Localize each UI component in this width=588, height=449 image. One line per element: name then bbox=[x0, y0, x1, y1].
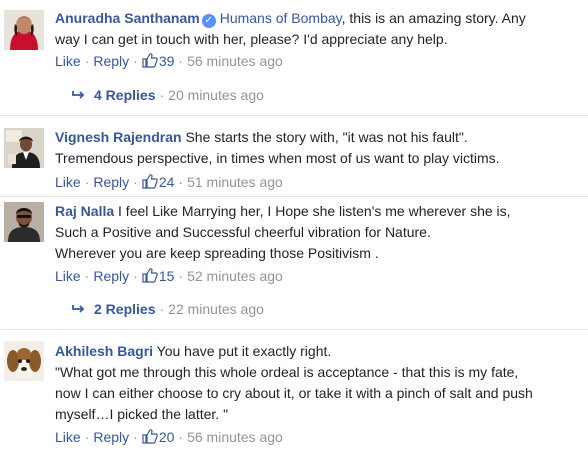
comment-author[interactable]: Vignesh Rajendran bbox=[55, 129, 182, 145]
comment-text-line: Wherever you are keep spreading those Po… bbox=[55, 245, 379, 261]
timestamp[interactable]: 56 minutes ago bbox=[187, 429, 283, 445]
likes-count: 20 bbox=[158, 429, 175, 445]
separator: · bbox=[84, 429, 90, 445]
separator: · bbox=[84, 268, 90, 284]
divider bbox=[0, 329, 588, 330]
reply-arrow-icon bbox=[72, 86, 86, 104]
reply-button[interactable]: Reply bbox=[93, 268, 129, 284]
separator: · bbox=[178, 429, 184, 445]
avatar[interactable] bbox=[4, 10, 44, 50]
like-button[interactable]: Like bbox=[55, 429, 81, 445]
timestamp[interactable]: 56 minutes ago bbox=[187, 53, 283, 69]
comment-text-line: , this is an amazing story. Any bbox=[341, 10, 526, 26]
comment-text-line: You have put it exactly right. bbox=[153, 343, 332, 359]
comment-author[interactable]: Anuradha Santhanam bbox=[55, 10, 200, 26]
comment-text-line: now I can either choose to cry about it,… bbox=[55, 385, 533, 401]
separator: · bbox=[159, 87, 165, 103]
mention-link[interactable]: Humans of Bombay bbox=[220, 10, 342, 26]
likes-count-link[interactable]: 24 bbox=[142, 174, 175, 190]
comment-text-line: way I can get in touch with her, please?… bbox=[55, 31, 448, 47]
separator: · bbox=[178, 53, 184, 69]
like-button[interactable]: Like bbox=[55, 53, 81, 69]
divider bbox=[0, 196, 588, 197]
reply-button[interactable]: Reply bbox=[93, 174, 129, 190]
comment-text-line: She starts the story with, "it was not h… bbox=[181, 129, 468, 145]
thumbs-up-icon bbox=[142, 429, 158, 444]
likes-count-link[interactable]: 15 bbox=[142, 268, 175, 284]
replies-timestamp[interactable]: 20 minutes ago bbox=[168, 87, 264, 103]
thumbs-up-icon bbox=[142, 268, 158, 283]
comment-body: Akhilesh Bagri You have put it exactly r… bbox=[55, 341, 582, 425]
separator: · bbox=[159, 301, 165, 317]
comment-body: Vignesh Rajendran She starts the story w… bbox=[55, 127, 582, 169]
comment-text-line: Such a Positive and Successful cheerful … bbox=[55, 224, 431, 240]
likes-count: 15 bbox=[158, 268, 175, 284]
separator: · bbox=[133, 429, 138, 445]
comment-body: Anuradha Santhanam ✓ Humans of Bombay, thi… bbox=[55, 8, 582, 50]
comment-author[interactable]: Akhilesh Bagri bbox=[55, 343, 153, 359]
thumbs-up-icon bbox=[142, 174, 158, 189]
likes-count: 24 bbox=[158, 174, 175, 190]
like-button[interactable]: Like bbox=[55, 174, 81, 190]
reply-button[interactable]: Reply bbox=[93, 53, 129, 69]
replies-timestamp[interactable]: 22 minutes ago bbox=[168, 301, 264, 317]
avatar[interactable] bbox=[4, 341, 44, 381]
separator: · bbox=[133, 268, 138, 284]
comment-actions: Like · Reply · 15 · 52 minutes ago bbox=[55, 267, 283, 285]
verified-badge-icon: ✓ bbox=[201, 14, 216, 28]
replies-row: 4 Replies · 20 minutes ago bbox=[72, 86, 264, 104]
separator: · bbox=[178, 174, 184, 190]
like-button[interactable]: Like bbox=[55, 268, 81, 284]
separator: · bbox=[133, 174, 138, 190]
separator: · bbox=[133, 53, 138, 69]
timestamp[interactable]: 52 minutes ago bbox=[187, 268, 283, 284]
replies-row: 2 Replies · 22 minutes ago bbox=[72, 300, 264, 318]
view-replies-link[interactable]: 4 Replies bbox=[94, 87, 155, 103]
timestamp[interactable]: 51 minutes ago bbox=[187, 174, 283, 190]
comment-author[interactable]: Raj Nalla bbox=[55, 203, 114, 219]
comment-text-line: myself…I picked the latter. " bbox=[55, 406, 229, 422]
comment-actions: Like · Reply · 39 · 56 minutes ago bbox=[55, 52, 283, 70]
reply-button[interactable]: Reply bbox=[93, 429, 129, 445]
thumbs-up-icon bbox=[142, 53, 158, 68]
comment-thread: Anuradha Santhanam ✓ Humans of Bombay, thi… bbox=[0, 0, 588, 449]
separator: · bbox=[178, 268, 184, 284]
avatar[interactable] bbox=[4, 202, 44, 242]
comment-body: Raj Nalla I feel Like Marrying her, I Ho… bbox=[55, 201, 582, 264]
view-replies-link[interactable]: 2 Replies bbox=[94, 301, 155, 317]
avatar[interactable] bbox=[4, 128, 44, 168]
likes-count: 39 bbox=[158, 53, 175, 69]
likes-count-link[interactable]: 20 bbox=[142, 429, 175, 445]
separator: · bbox=[84, 174, 90, 190]
comment-actions: Like · Reply · 20 · 56 minutes ago bbox=[55, 428, 283, 446]
comment-text-line: "What got me through this whole ordeal i… bbox=[55, 364, 519, 380]
comment-actions: Like · Reply · 24 · 51 minutes ago bbox=[55, 173, 283, 191]
likes-count-link[interactable]: 39 bbox=[142, 53, 175, 69]
comment-text-line: I feel Like Marrying her, I Hope she lis… bbox=[114, 203, 511, 219]
divider bbox=[0, 115, 588, 116]
comment-text-line: Tremendous perspective, in times when mo… bbox=[55, 150, 500, 166]
reply-arrow-icon bbox=[72, 300, 86, 318]
separator: · bbox=[84, 53, 90, 69]
